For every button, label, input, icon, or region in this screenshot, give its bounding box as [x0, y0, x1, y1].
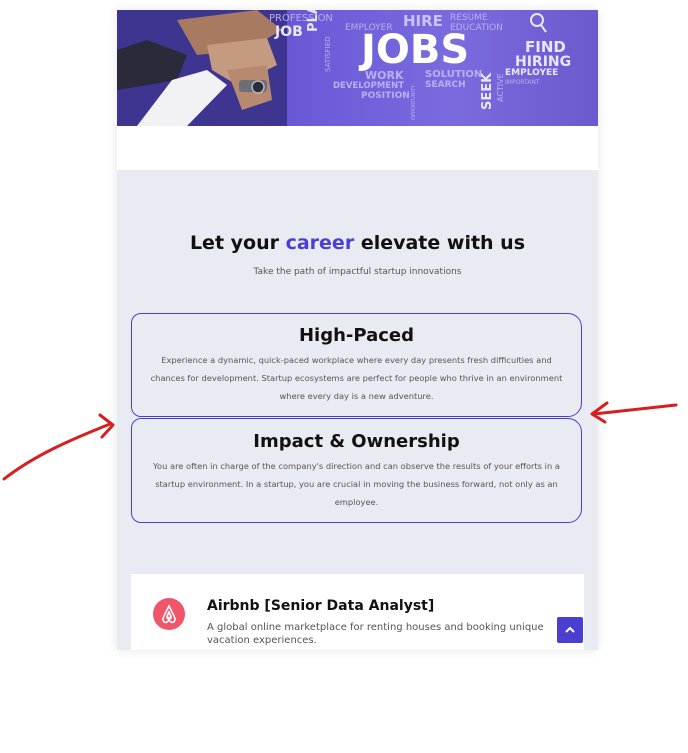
- hero-word: JOB: [275, 24, 303, 40]
- hero-word: FIND: [525, 38, 566, 56]
- hero-word: ACTIVE: [496, 73, 505, 102]
- card-text: You are often in charge of the company's…: [153, 461, 560, 507]
- hero-word: RESUME: [450, 13, 488, 23]
- job-title[interactable]: Airbnb [Senior Data Analyst]: [207, 598, 434, 614]
- career-section: Let your career elevate with us Take the…: [117, 170, 598, 650]
- job-description: A global online marketplace for renting …: [207, 622, 544, 646]
- hands-image: [117, 10, 287, 126]
- section-heading: Let your career elevate with us: [117, 232, 598, 254]
- scroll-to-top-button[interactable]: [557, 617, 583, 643]
- heading-suffix: elevate with us: [354, 232, 526, 254]
- hero-word: PLAN: [306, 10, 321, 32]
- hero-word: PROFESSION: [269, 13, 333, 24]
- hero-word: WORK: [365, 69, 404, 82]
- card-title: High-Paced: [298, 325, 415, 346]
- card-text: Experience a dynamic, quick-paced workpl…: [150, 355, 563, 401]
- hero-word: SEEK: [480, 72, 495, 110]
- hero-title: JOBS: [361, 27, 470, 73]
- page-container: PROFESSION JOB PLAN SATISFIED EMPLOYER H…: [117, 10, 598, 650]
- hero-word: SOLUTION: [425, 69, 483, 80]
- hero-word: EMPLOYEE: [505, 68, 559, 78]
- magnifier-icon: [530, 13, 547, 33]
- hero-word: DEVELOPMENT: [333, 81, 404, 91]
- hero-word: SATISFIED: [324, 36, 332, 72]
- section-subheading: Take the path of impactful startup innov…: [253, 267, 462, 277]
- hero-word: IMPORTANT: [505, 79, 540, 86]
- airbnb-logo-icon: [153, 598, 185, 630]
- card-title: Impact & Ownership: [253, 431, 460, 452]
- heading-accent: career: [285, 232, 355, 254]
- feature-card-high-paced: High-Paced Experience a dynamic, quick-p…: [131, 313, 582, 417]
- hero-word: OPPORTUNITY: [411, 84, 417, 120]
- hero-word: HIRING: [515, 54, 572, 70]
- annotation-arrow-left: [2, 413, 115, 481]
- hero-banner: PROFESSION JOB PLAN SATISFIED EMPLOYER H…: [117, 10, 598, 126]
- hero-word: SEARCH: [425, 80, 466, 90]
- spacer: [117, 126, 598, 170]
- feature-card-impact-ownership: Impact & Ownership You are often in char…: [131, 418, 582, 523]
- job-card[interactable]: Airbnb [Senior Data Analyst] A global on…: [131, 574, 584, 650]
- heading-prefix: Let your: [189, 232, 286, 254]
- hero-word: POSITION: [361, 91, 410, 101]
- chevron-up-icon: [565, 626, 575, 633]
- annotation-arrow-right: [590, 401, 678, 424]
